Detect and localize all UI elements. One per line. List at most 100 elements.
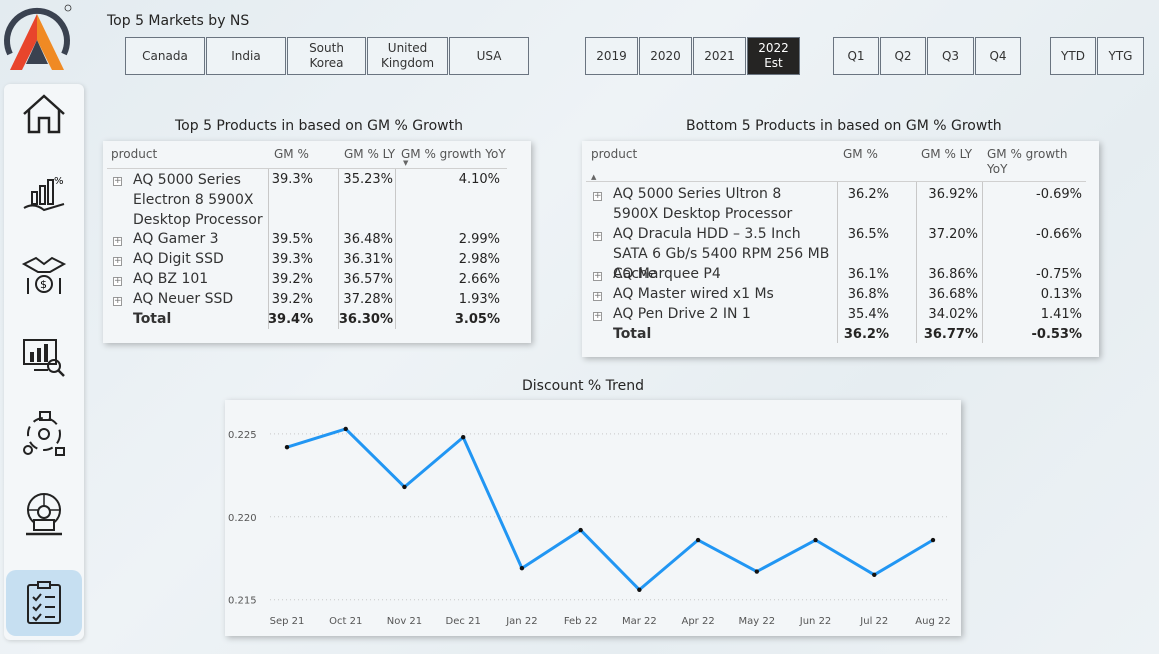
chart-canvas: 0.225 0.220 0.215 Sep 21 Oct 21 Nov 21 Dec 21 J… [228,426,951,627]
period-button-ytd[interactable]: YTD [1050,37,1096,75]
table-row-gm: 36.5% [847,227,889,242]
year-button-2021[interactable]: 2021 [693,37,746,75]
quarter-button-q1[interactable]: Q1 [833,37,879,75]
x-tick-label: Jul 22 [859,616,888,627]
table-row-gm: 39.5% [271,232,313,247]
table-row-gm: 39.2% [271,292,313,307]
x-tick-label: Dec 21 [446,616,481,627]
table-total-gm-ly: 36.30% [338,312,393,327]
expand-icon[interactable]: + [113,177,122,186]
nav-supply-chain[interactable] [14,404,74,464]
market-button-united-kingdom[interactable]: United Kingdom [367,37,448,75]
expand-icon[interactable]: + [113,297,122,306]
table-row-growth: 2.98% [458,252,500,267]
market-button-usa[interactable]: USA [449,37,529,75]
table-total-label: Total [613,326,652,342]
table-row-gm: 39.2% [271,272,313,287]
x-tick-label: Feb 22 [564,616,598,627]
data-point [695,537,701,543]
data-point [813,537,818,543]
svg-text:$: $ [40,278,47,291]
table-row-gm-ly: 35.23% [343,172,393,187]
table-row-product: AQ Marquee P4 [613,266,721,282]
table-row-gm-ly: 36.57% [343,272,393,287]
money-handshake-icon: $ [21,256,67,294]
year-button-2022-est[interactable]: 2022 Est [747,37,800,75]
col-header-gm-ly[interactable]: GM % LY [344,147,395,161]
expand-icon[interactable]: + [113,257,122,266]
markets-title: Top 5 Markets by NS [107,13,250,29]
data-point [284,444,290,450]
data-point [754,569,760,574]
col-header-product[interactable]: product [111,147,157,161]
col-header-product[interactable]: product [591,147,637,161]
nav-finance[interactable]: % [14,164,74,224]
year-button-2019[interactable]: 2019 [585,37,638,75]
top-products-title: Top 5 Products in based on GM % Growth [175,118,463,134]
expand-icon[interactable]: + [113,237,122,246]
period-button-ytg[interactable]: YTG [1097,37,1144,75]
table-row-gm: 39.3% [271,252,313,267]
data-point [402,484,407,490]
table-row-product: AQ Pen Drive 2 IN 1 [613,306,751,322]
expand-icon[interactable]: + [113,277,122,286]
table-row-gm: 36.8% [847,287,889,302]
sort-asc-icon: ▲ [591,173,597,181]
table-total-gm: 36.2% [843,327,889,342]
brand-logo [2,2,72,72]
nav-checklist[interactable] [6,570,82,636]
table-row-product: AQ Master wired x1 Ms [613,286,774,302]
table-row-gm: 39.3% [271,172,313,187]
data-point [343,426,348,432]
data-point [578,527,583,533]
global-executive-icon [26,493,62,536]
col-header-gm-growth[interactable]: GM % growth YoY [987,147,1077,177]
bottom-products-table: product ▲ GM % GM % LY GM % growth YoY +… [582,141,1099,357]
table-row-growth: 4.10% [458,172,500,187]
data-point [930,537,936,543]
market-button-canada[interactable]: Canada [125,37,205,75]
finance-growth-icon: % [23,176,65,212]
supply-chain-icon [23,411,65,456]
nav-global[interactable] [14,484,74,544]
col-header-gm[interactable]: GM % [274,147,309,161]
table-total-gm-ly: 36.77% [923,327,978,342]
table-row-gm-ly: 36.31% [343,252,393,267]
expand-icon[interactable]: + [593,312,602,321]
data-point [637,587,642,592]
x-tick-label: May 22 [739,616,776,627]
table-row-gm-ly: 36.92% [928,187,978,202]
col-header-gm-ly[interactable]: GM % LY [921,147,972,161]
sidebar-nav: % $ [4,84,84,640]
expand-icon[interactable]: + [593,292,602,301]
table-row-gm-ly: 36.86% [928,267,978,282]
quarter-button-q2[interactable]: Q2 [880,37,926,75]
nav-sales[interactable]: $ [14,244,74,304]
x-tick-label: Nov 21 [387,616,422,627]
market-button-south-korea[interactable]: South Korea [287,37,366,75]
table-row-product: AQ Digit SSD [133,251,224,267]
table-row-gm-ly: 34.02% [928,307,978,322]
data-point [460,435,466,440]
table-total-growth: -0.53% [1031,327,1083,342]
expand-icon[interactable]: + [593,232,602,241]
table-row-growth: -0.69% [1036,187,1082,202]
col-header-gm[interactable]: GM % [843,147,878,161]
market-button-india[interactable]: India [206,37,286,75]
table-row-product: AQ BZ 101 [133,271,209,287]
table-row-growth: 1.41% [1040,307,1082,322]
x-tick-label: Jan 22 [505,616,537,627]
nav-home[interactable] [14,84,74,144]
x-tick-label: Oct 21 [329,616,362,627]
data-point [519,566,525,571]
expand-icon[interactable]: + [593,192,602,201]
expand-icon[interactable]: + [593,272,602,281]
quarter-button-q4[interactable]: Q4 [975,37,1021,75]
table-row-gm-ly: 37.28% [343,292,393,307]
nav-analytics[interactable] [14,324,74,384]
table-row-growth: 2.66% [458,272,500,287]
col-header-gm-growth[interactable]: GM % growth YoY [401,147,506,161]
quarter-button-q3[interactable]: Q3 [927,37,974,75]
year-button-2020[interactable]: 2020 [639,37,692,75]
table-row-product: AQ 5000 Series Electron 8 5900X Desktop … [133,172,263,228]
